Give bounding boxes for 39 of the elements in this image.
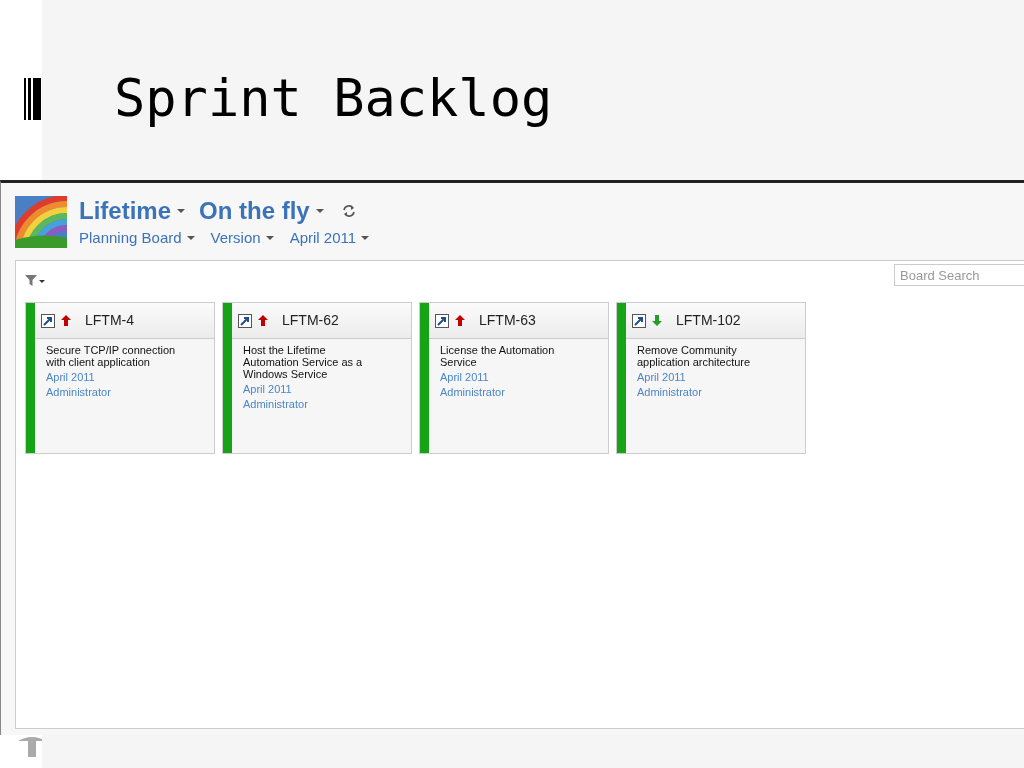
- issue-summary: Host the Lifetime Automation Service as a Windows Service: [243, 344, 364, 380]
- issue-type-icon: [632, 313, 646, 328]
- issue-card[interactable]: LFTM-102 Remove Community application architecture April 2011 Administrator: [616, 302, 806, 454]
- issue-key[interactable]: LFTM-4: [85, 310, 134, 331]
- nav-menu[interactable]: Version: [210, 227, 274, 250]
- version-link[interactable]: April 2011: [46, 370, 184, 385]
- rainbow-logo: [15, 196, 67, 248]
- issue-card[interactable]: LFTM-4 Secure TCP/IP connection with client application April 2011 Administrator: [25, 302, 215, 454]
- issue-key[interactable]: LFTM-62: [282, 310, 339, 331]
- nav-menu[interactable]: April 2011: [289, 227, 370, 250]
- assignee-link[interactable]: Administrator: [46, 385, 184, 400]
- issue-card[interactable]: LFTM-63 License the Automation Service April 2011 Administrator: [419, 302, 609, 454]
- issue-summary: Remove Community application architecture: [637, 344, 752, 368]
- assignee-link[interactable]: Administrator: [637, 385, 775, 400]
- caret-icon: [315, 209, 324, 213]
- version-link[interactable]: April 2011: [243, 382, 381, 397]
- issue-type-icon: [238, 313, 252, 328]
- nav-menu[interactable]: Planning Board: [79, 227, 195, 250]
- bars-icon: [24, 78, 41, 120]
- issue-type-icon: [435, 313, 449, 328]
- assignee-link[interactable]: Administrator: [440, 385, 578, 400]
- search-field[interactable]: Board Search: [894, 264, 1024, 286]
- caret-icon: [361, 236, 370, 241]
- issue-summary: License the Automation Service: [440, 344, 556, 368]
- caret-icon: [186, 236, 195, 241]
- assignee-link[interactable]: Administrator: [243, 397, 381, 412]
- caret-icon: [177, 209, 185, 213]
- board-menu[interactable]: On the fly: [199, 196, 324, 226]
- filter-icon[interactable]: [25, 275, 47, 287]
- issue-type-icon: [41, 313, 55, 328]
- refresh-icon[interactable]: [341, 204, 356, 218]
- project-menu[interactable]: Lifetime: [79, 196, 185, 226]
- caret-icon: [265, 236, 274, 241]
- slide-title: Sprint Backlog: [114, 67, 554, 130]
- issue-summary: Secure TCP/IP connection with client application: [46, 344, 177, 368]
- issue-card[interactable]: LFTM-62 Host the Lifetime Automation Service as a Windows Service April 2011 Administrator: [222, 302, 412, 454]
- version-link[interactable]: April 2011: [637, 370, 775, 385]
- issue-key[interactable]: LFTM-63: [479, 310, 536, 331]
- version-link[interactable]: April 2011: [440, 370, 578, 385]
